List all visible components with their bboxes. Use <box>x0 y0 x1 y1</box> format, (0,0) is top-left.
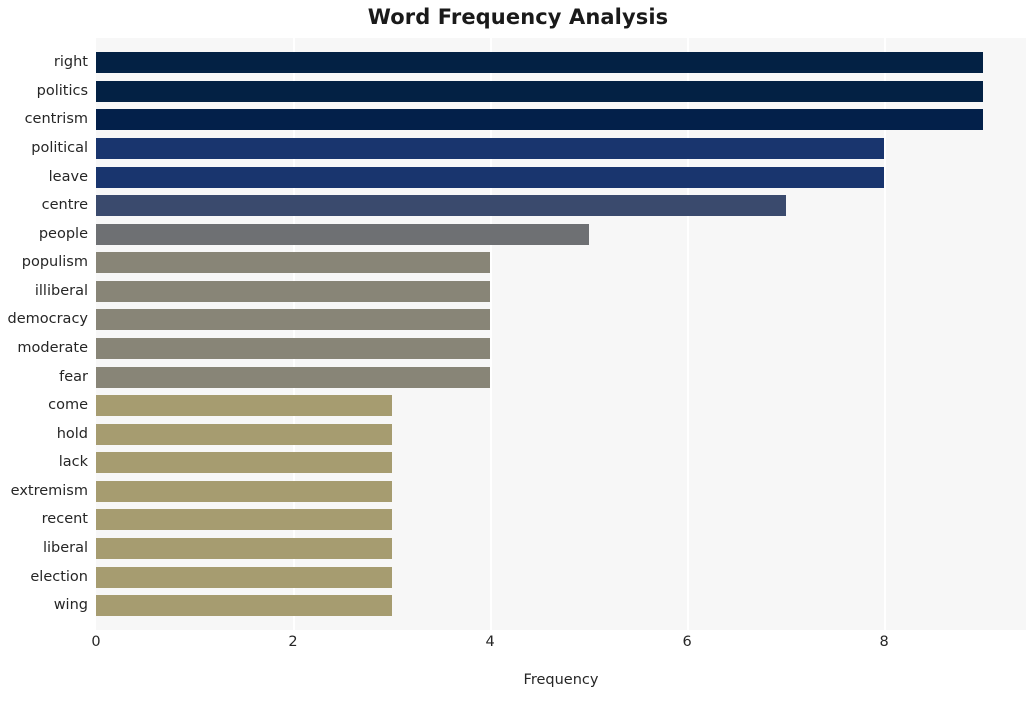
y-tick-label-wing: wing <box>53 597 88 614</box>
bar-politics[interactable] <box>96 80 983 102</box>
y-tick-label-centrism: centrism <box>24 111 88 128</box>
bar-row <box>96 163 1026 192</box>
bar-row <box>96 591 1026 620</box>
bars-container <box>96 38 1026 630</box>
bar-centrism[interactable] <box>96 109 983 131</box>
bar-leave[interactable] <box>96 166 885 188</box>
bar-row <box>96 105 1026 134</box>
bar-row <box>96 505 1026 534</box>
plot-area <box>96 38 1026 630</box>
y-axis-category-labels: right politics centrism political leave centr… <box>0 38 89 630</box>
bar-row <box>96 248 1026 277</box>
y-tick-label-lack: lack <box>58 454 88 471</box>
y-tick-label-recent: recent <box>41 511 88 528</box>
bar-people[interactable] <box>96 223 589 245</box>
word-frequency-bar-chart: Word Frequency Analysis right politics cen… <box>0 0 1036 701</box>
y-tick-label-liberal: liberal <box>42 540 88 556</box>
y-tick-label-moderate: moderate <box>17 340 88 356</box>
x-tick-label-2: 2 <box>288 634 298 650</box>
bar-hold[interactable] <box>96 423 392 445</box>
x-axis-title: Frequency <box>523 672 599 688</box>
x-axis-tick-labels: 0 2 4 6 8 <box>0 630 1036 670</box>
bar-lack[interactable] <box>96 452 392 474</box>
x-tick-label-8: 8 <box>879 634 889 650</box>
x-tick-label-0: 0 <box>91 634 101 650</box>
bar-moderate[interactable] <box>96 338 491 359</box>
x-tick-label-4: 4 <box>485 634 495 650</box>
y-tick-label-fear: fear <box>59 368 88 385</box>
bar-row <box>96 363 1026 392</box>
bar-row <box>96 220 1026 249</box>
y-tick-label-political: political <box>31 140 88 156</box>
y-tick-label-people: people <box>38 225 88 242</box>
y-tick-label-democracy: democracy <box>7 311 89 328</box>
bar-row <box>96 563 1026 592</box>
bar-row <box>96 420 1026 449</box>
y-tick-label-extremism: extremism <box>10 482 88 499</box>
bar-illiberal[interactable] <box>96 280 491 302</box>
y-tick-label-illiberal: illiberal <box>34 282 88 299</box>
y-tick-label-leave: leave <box>48 168 88 185</box>
bar-extremism[interactable] <box>96 480 392 502</box>
bar-row <box>96 277 1026 306</box>
y-tick-label-election: election <box>30 568 88 585</box>
bar-row <box>96 77 1026 106</box>
bar-row <box>96 48 1026 77</box>
y-tick-label-populism: populism <box>21 254 88 271</box>
bar-row <box>96 191 1026 220</box>
bar-row <box>96 477 1026 506</box>
x-tick-label-6: 6 <box>682 634 692 650</box>
bar-liberal[interactable] <box>96 538 392 559</box>
y-tick-label-hold: hold <box>56 425 88 442</box>
bar-centre[interactable] <box>96 195 786 217</box>
bar-row <box>96 391 1026 420</box>
bar-come[interactable] <box>96 395 392 417</box>
bar-row <box>96 448 1026 477</box>
bar-democracy[interactable] <box>96 309 491 331</box>
bar-populism[interactable] <box>96 252 491 274</box>
bar-right[interactable] <box>96 52 983 74</box>
chart-title: Word Frequency Analysis <box>367 5 669 29</box>
bar-row <box>96 334 1026 363</box>
bar-row <box>96 134 1026 163</box>
bar-recent[interactable] <box>96 509 392 531</box>
bar-political[interactable] <box>96 138 885 159</box>
bar-row <box>96 534 1026 563</box>
y-tick-label-right: right <box>53 54 88 71</box>
bar-wing[interactable] <box>96 595 392 617</box>
y-tick-label-come: come <box>48 397 88 414</box>
bar-election[interactable] <box>96 566 392 588</box>
y-tick-label-centre: centre <box>41 197 88 214</box>
bar-row <box>96 305 1026 334</box>
bar-fear[interactable] <box>96 366 491 388</box>
y-tick-label-politics: politics <box>36 82 88 99</box>
